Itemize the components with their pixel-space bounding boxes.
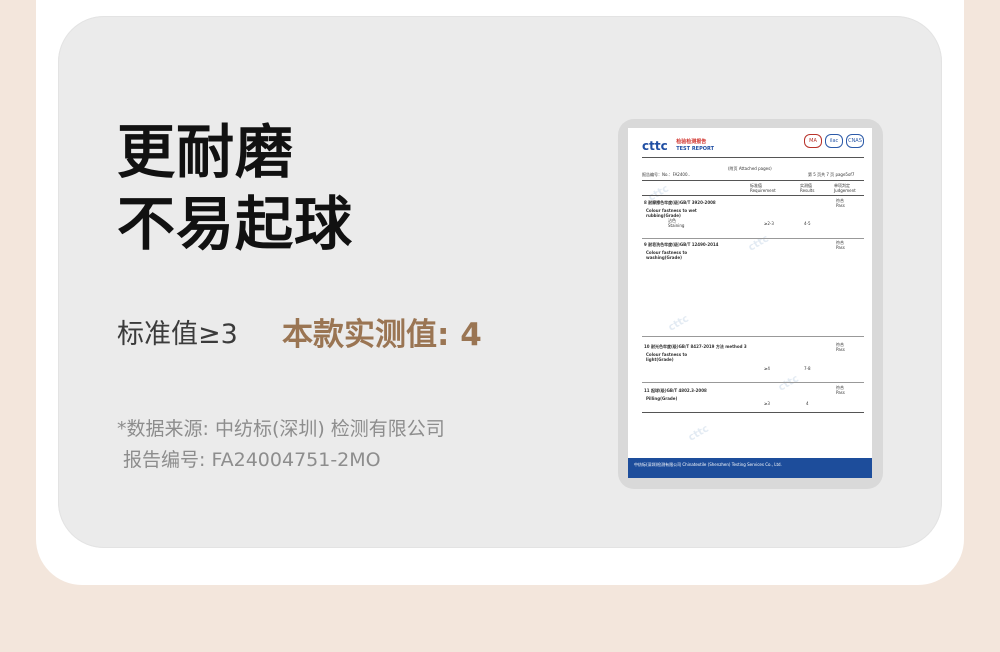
- certification-marks: MA ilac CNAS: [804, 134, 864, 148]
- s3-judgement: 符合 Pass: [836, 342, 845, 352]
- s1-requirement: ≥2-3: [764, 221, 774, 226]
- s3-requirement: ≥4: [764, 366, 770, 371]
- col-judgement: 单项判定 Judgement: [834, 183, 856, 193]
- s2-title: 9 耐皂洗色牢度(级)GB/T 12490-2014: [644, 242, 719, 247]
- s4-item: Pilling(Grade): [646, 396, 678, 401]
- report-footer: 中纺标(深圳)检测有限公司 Chinatextile (Shenzhen) Te…: [628, 458, 872, 478]
- report-number: 报告编号：No.：FA2400..: [642, 172, 691, 177]
- source-line-2: 报告编号: FA24004751-2MO: [123, 449, 381, 471]
- headline: 更耐磨 不易起球: [117, 116, 353, 260]
- s3-title: 10 耐光色牢度(级)GB/T 8427-2019 方法 method 3: [644, 344, 747, 349]
- test-report-image: cttc cttc cttc cttc cttc cttc 检验检测报告 TEST…: [628, 128, 872, 478]
- report-attached: (附页 Attached pages): [728, 166, 772, 171]
- headline-line-1: 更耐磨: [117, 118, 295, 186]
- col-results: 实测值 Results: [800, 183, 815, 193]
- ilac-mark-icon: ilac: [825, 134, 843, 148]
- s3-item: Colour fastness to light(Grade): [646, 352, 688, 362]
- s4-title: 11 起球(级)GB/T 4802.3-2008: [644, 388, 707, 393]
- s4-result: 4: [806, 401, 809, 406]
- s3-result: 7-8: [804, 366, 811, 371]
- s2-judgement: 符合 Pass: [836, 240, 845, 250]
- s2-item: Colour fastness to washing(Grade): [646, 250, 688, 260]
- s1-item: Colour fastness to wet rubbing(Grade): [646, 208, 697, 218]
- s1-sub: 沾色 Staining: [668, 218, 685, 228]
- s1-title: 8 耐摩擦色牢度(级)GB/T 3920-2008: [644, 200, 716, 205]
- measured-value: 本款实测值: 4: [282, 317, 482, 353]
- s1-judgement: 符合 Pass: [836, 198, 845, 208]
- cnas-mark-icon: CNAS: [846, 134, 864, 148]
- cma-mark-icon: MA: [804, 134, 822, 148]
- report-logo: cttc 检验检测报告 TEST REPORT: [642, 138, 715, 153]
- s4-judgement: 符合 Pass: [836, 385, 845, 395]
- report-page: 第 5 页共 7 页 page5of7: [808, 172, 855, 177]
- standard-value: 标准值≥3: [117, 319, 238, 350]
- data-source: *数据来源: 中纺标(深圳) 检测有限公司 报告编号: FA24004751-2…: [117, 414, 445, 476]
- source-line-1: *数据来源: 中纺标(深圳) 检测有限公司: [117, 418, 445, 440]
- col-requirement: 标准值 Requirement: [750, 183, 776, 193]
- s1-result: 4-5: [804, 221, 811, 226]
- s4-requirement: ≥3: [764, 401, 770, 406]
- headline-line-2: 不易起球: [117, 190, 354, 258]
